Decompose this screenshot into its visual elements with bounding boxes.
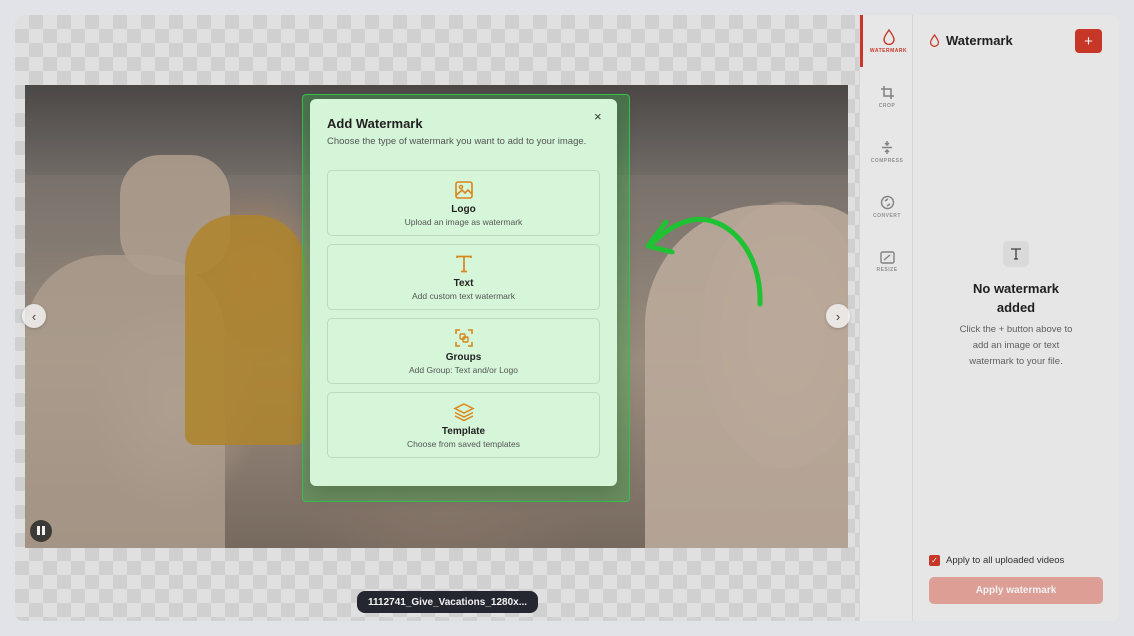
pointer-arrow-icon <box>645 216 763 307</box>
option-description: Choose from saved templates <box>407 438 520 449</box>
option-logo[interactable]: Logo Upload an image as watermark <box>327 170 600 236</box>
close-icon[interactable]: × <box>594 109 602 124</box>
option-groups[interactable]: Groups Add Group: Text and/or Logo <box>327 318 600 384</box>
option-title: Logo <box>451 203 476 215</box>
option-title: Text <box>453 277 474 289</box>
image-icon <box>454 180 473 199</box>
group-icon <box>454 328 473 347</box>
option-template[interactable]: Template Choose from saved templates <box>327 392 600 458</box>
dialog-title: Add Watermark <box>327 116 423 131</box>
add-watermark-dialog: Add Watermark Choose the type of waterma… <box>310 99 617 486</box>
text-icon <box>455 255 472 272</box>
option-title: Template <box>441 425 486 437</box>
option-description: Upload an image as watermark <box>404 216 523 227</box>
option-description: Add Group: Text and/or Logo <box>408 364 518 375</box>
option-title: Groups <box>445 351 482 363</box>
dialog-subtitle: Choose the type of watermark you want to… <box>327 136 587 147</box>
option-description: Add custom text watermark <box>412 290 515 301</box>
layers-icon <box>452 402 475 421</box>
option-text[interactable]: Text Add custom text watermark <box>327 244 600 310</box>
